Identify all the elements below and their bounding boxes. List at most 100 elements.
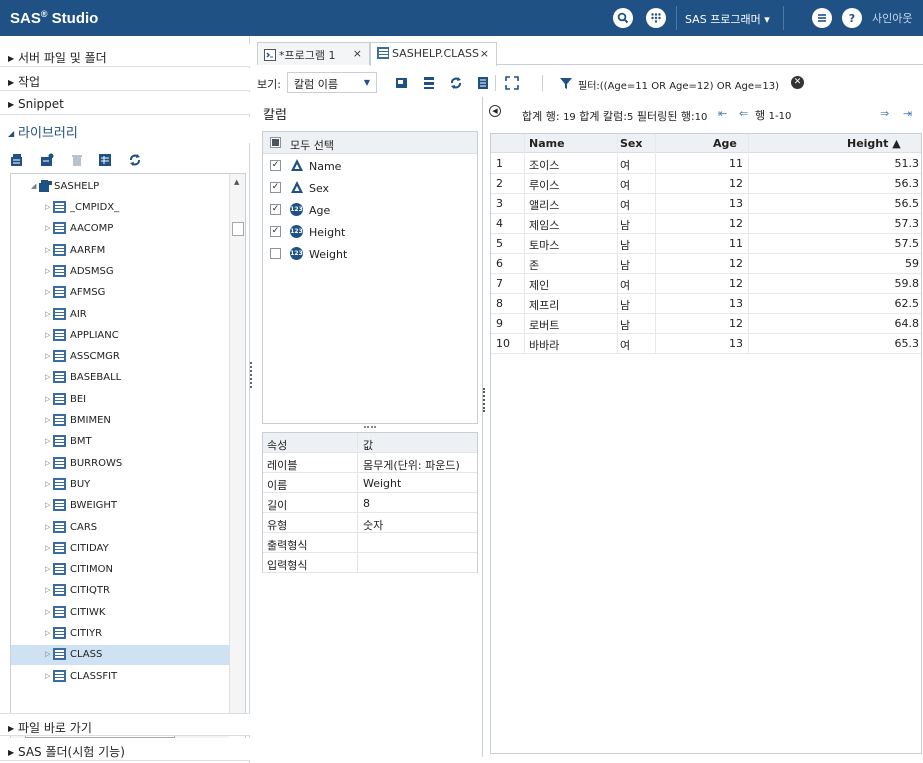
expand-arrow-icon[interactable]: ▷ [45, 437, 50, 445]
expand-arrow-icon[interactable]: ▷ [45, 565, 50, 573]
expand-arrow-icon[interactable]: ▷ [45, 310, 50, 318]
refresh-icon[interactable] [449, 76, 463, 90]
tree-node-table[interactable]: ▷ BEI [11, 390, 229, 410]
expand-arrow-icon[interactable]: ▷ [45, 395, 50, 403]
expand-arrow-icon[interactable]: ▷ [45, 523, 50, 531]
column-checkbox[interactable]: ✓ [270, 182, 281, 193]
expand-arrow-icon[interactable]: ▷ [45, 288, 50, 296]
column-item[interactable]: ✓ Sex [263, 177, 477, 199]
tree-node-table[interactable]: ▷ CLASS [11, 645, 229, 666]
tree-vertical-scrollbar[interactable]: ▲ ▼ [229, 174, 245, 724]
tree-node-table[interactable]: ▷ AFMSG [11, 283, 229, 303]
clear-filter-icon[interactable]: ✕ [791, 76, 804, 89]
column-item[interactable]: ✓ Name [263, 155, 477, 177]
tree-node-table[interactable]: ▷ ASSCMGR [11, 347, 229, 367]
open-in-browser-icon[interactable] [395, 76, 409, 90]
first-page-icon[interactable]: ⇤ [718, 107, 727, 120]
column-checkbox[interactable]: ✓ [270, 204, 281, 215]
last-page-icon[interactable]: ⇥ [903, 107, 912, 120]
expand-arrow-icon[interactable]: ▷ [45, 672, 50, 680]
filter-icon[interactable] [559, 76, 573, 90]
select-all-row[interactable]: 모두 선택 [263, 132, 477, 154]
tree-node-sashelp[interactable]: ◢ SASHELP [11, 177, 229, 197]
tree-node-table[interactable]: ▷ ADSMSG [11, 262, 229, 282]
keypad-icon[interactable] [646, 8, 666, 28]
table-row[interactable]: 8 제프리 남 13 62.5 [491, 294, 921, 314]
search-icon[interactable] [613, 8, 633, 28]
tree-node-table[interactable]: ▷ CITIQTR [11, 581, 229, 601]
tab-program-1[interactable]: *프로그램 1 × [257, 42, 370, 65]
column-header-name[interactable]: Name [529, 137, 565, 150]
table-row[interactable]: 3 앨리스 여 13 56.5 [491, 194, 921, 214]
tree-node-table[interactable]: ▷ CARS [11, 518, 229, 538]
nav-section-sas-folders[interactable]: ▶ SAS 폴더(시험 기능) [0, 738, 250, 761]
column-header-height[interactable]: Height ▲ [847, 137, 901, 150]
tree-node-table[interactable]: ▷ AIR [11, 305, 229, 325]
tree-node-table[interactable]: ▷ AARFM [11, 241, 229, 261]
expand-arrow-icon[interactable]: ▷ [45, 224, 50, 232]
user-menu[interactable]: SAS 프로그래머 ▾ [685, 11, 770, 27]
new-library-icon[interactable] [10, 153, 24, 167]
tab-sashelp-class[interactable]: SASHELP.CLASS × [370, 42, 497, 66]
tree-node-table[interactable]: ▷ CITIWK [11, 603, 229, 623]
table-row[interactable]: 2 루이스 여 12 56.3 [491, 174, 921, 194]
tree-node-table[interactable]: ▷ BUY [11, 475, 229, 495]
pane-splitter[interactable] [364, 426, 376, 428]
table-row[interactable]: 4 제임스 남 12 57.3 [491, 214, 921, 234]
expand-arrow-icon[interactable]: ▷ [45, 629, 50, 637]
nav-section-libraries[interactable]: ◢ 라이브러리 [0, 117, 250, 143]
tree-node-table[interactable]: ▷ CITIMON [11, 560, 229, 580]
expand-arrow-icon[interactable]: ▷ [45, 608, 50, 616]
table-row[interactable]: 9 로버트 남 12 64.8 [491, 314, 921, 334]
expand-arrow-icon[interactable]: ▷ [45, 416, 50, 424]
expand-arrow-icon[interactable]: ▷ [45, 331, 50, 339]
tree-node-table[interactable]: ▷ BMIMEN [11, 411, 229, 431]
tree-node-table[interactable]: ▷ BURROWS [11, 454, 229, 474]
expand-arrow-icon[interactable]: ▷ [45, 459, 50, 467]
menu-icon[interactable] [812, 8, 832, 28]
collapse-columns-icon[interactable]: ◀ [489, 105, 501, 117]
expand-arrow-icon[interactable]: ▷ [45, 480, 50, 488]
column-item[interactable]: ✓ 123 Height [263, 221, 477, 243]
delete-icon[interactable] [70, 153, 84, 167]
close-icon[interactable]: × [480, 47, 489, 60]
table-row[interactable]: 1 조이스 여 11 51.3 [491, 154, 921, 174]
expand-arrow-icon[interactable]: ▷ [45, 650, 50, 658]
nav-section-tasks[interactable]: ▶ 작업 [0, 68, 250, 91]
table-row[interactable]: 7 제인 여 12 59.8 [491, 274, 921, 294]
next-page-icon[interactable]: ⇒ [880, 107, 889, 120]
pane-splitter[interactable] [483, 388, 485, 412]
tree-node-table[interactable]: ▷ AACOMP [11, 219, 229, 239]
tree-node-table[interactable]: ▷ CITIYR [11, 624, 229, 644]
collapse-arrow-icon[interactable]: ◢ [31, 182, 36, 190]
scroll-up-icon[interactable]: ▲ [234, 178, 239, 186]
tree-node-table[interactable]: ▷ _CMPIDX_ [11, 198, 229, 218]
panel-splitter[interactable] [250, 362, 252, 388]
scrollbar-thumb[interactable] [232, 222, 244, 236]
column-checkbox[interactable]: ✓ [270, 226, 281, 237]
expand-arrow-icon[interactable]: ▷ [45, 267, 50, 275]
refresh-icon[interactable] [128, 153, 142, 167]
table-row[interactable]: 5 토마스 남 11 57.5 [491, 234, 921, 254]
column-item[interactable]: ✓ 123 Age [263, 199, 477, 221]
nav-section-file-shortcuts[interactable]: ▶ 파일 바로 가기 [0, 713, 250, 736]
expand-arrow-icon[interactable]: ▷ [45, 586, 50, 594]
export-icon[interactable] [476, 76, 490, 90]
help-icon[interactable]: ? [842, 8, 862, 28]
maximize-icon[interactable] [505, 76, 519, 90]
tree-node-table[interactable]: ▷ BMT [11, 432, 229, 452]
column-item[interactable]: 123 Weight [263, 243, 477, 265]
table-row[interactable]: 6 존 남 12 59 [491, 254, 921, 274]
expand-arrow-icon[interactable]: ▷ [45, 203, 50, 211]
tree-node-table[interactable]: ▷ APPLIANC [11, 326, 229, 346]
close-icon[interactable]: × [353, 47, 362, 60]
nav-section-server-files[interactable]: ▶ 서버 파일 및 폴더 [0, 44, 250, 67]
previous-page-icon[interactable]: ⇐ [739, 107, 748, 120]
expand-arrow-icon[interactable]: ▷ [45, 544, 50, 552]
select-all-checkbox[interactable] [270, 137, 281, 148]
signout-link[interactable]: 사인아웃 [872, 10, 912, 26]
view-select[interactable]: 칼럼 이름 ▼ [287, 72, 377, 93]
view-table-icon[interactable] [98, 153, 112, 167]
column-header-age[interactable]: Age [713, 137, 737, 150]
nav-section-snippets[interactable]: ▶ Snippet [0, 92, 250, 115]
